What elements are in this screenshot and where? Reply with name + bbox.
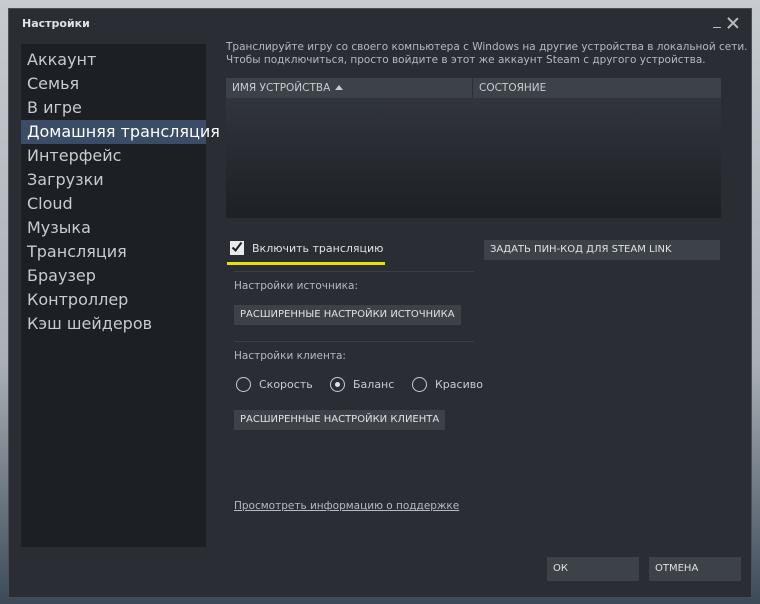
- cancel-button[interactable]: ОТМЕНА: [649, 557, 741, 581]
- source-settings-label: Настройки источника:: [234, 280, 358, 292]
- sort-ascending-icon: [335, 85, 344, 90]
- enable-streaming-label: Включить трансляцию: [252, 242, 384, 255]
- settings-sidebar: Аккаунт Семья В игре Домашняя трансляция…: [21, 44, 220, 547]
- client-settings-label: Настройки клиента:: [234, 350, 346, 362]
- support-info-link[interactable]: Просмотреть информацию о поддержке: [234, 500, 459, 512]
- column-divider: [472, 78, 473, 98]
- radio-speed[interactable]: Скорость: [236, 377, 313, 392]
- radio-circle[interactable]: [412, 377, 427, 392]
- sidebar-item-downloads[interactable]: Загрузки: [21, 168, 206, 192]
- radio-beautiful[interactable]: Красиво: [412, 377, 483, 392]
- sidebar-item-remote-play[interactable]: Домашняя трансляция: [21, 120, 220, 144]
- dialog-footer: [9, 555, 751, 597]
- description-line-1: Транслируйте игру со своего компьютера с…: [226, 41, 748, 53]
- divider: [234, 271, 474, 272]
- title-bar: Настройки: [9, 9, 751, 37]
- devices-table: ИМЯ УСТРОЙСТВА СОСТОЯНИЕ: [226, 78, 721, 218]
- minimize-icon[interactable]: [713, 27, 721, 28]
- divider: [234, 341, 474, 342]
- radio-balance[interactable]: Баланс: [330, 377, 394, 392]
- enable-streaming-checkbox[interactable]: Включить трансляцию: [230, 241, 383, 255]
- advanced-source-settings-button[interactable]: РАСШИРЕННЫЕ НАСТРОЙКИ ИСТОЧНИКА: [234, 305, 461, 325]
- column-device-name-label: ИМЯ УСТРОЙСТВА: [232, 82, 331, 94]
- sidebar-item-interface[interactable]: Интерфейс: [21, 144, 206, 168]
- column-device-name[interactable]: ИМЯ УСТРОЙСТВА: [232, 82, 344, 94]
- sidebar-item-controller[interactable]: Контроллер: [21, 288, 206, 312]
- advanced-client-settings-button[interactable]: РАСШИРЕННЫЕ НАСТРОЙКИ КЛИЕНТА: [234, 410, 446, 430]
- sidebar-item-music[interactable]: Музыка: [21, 216, 206, 240]
- sidebar-item-broadcasting[interactable]: Трансляция: [21, 240, 206, 264]
- remote-play-panel: Транслируйте игру со своего компьютера с…: [226, 41, 748, 512]
- ok-button[interactable]: ОК: [547, 557, 639, 581]
- check-icon: [231, 241, 243, 253]
- table-header: ИМЯ УСТРОЙСТВА СОСТОЯНИЕ: [226, 78, 721, 98]
- description-line-2: Чтобы подключиться, просто войдите в это…: [226, 54, 706, 66]
- checkbox[interactable]: [230, 241, 244, 255]
- radio-circle-checked[interactable]: [330, 377, 345, 392]
- sidebar-item-in-game[interactable]: В игре: [21, 96, 206, 120]
- sidebar-item-family[interactable]: Семья: [21, 72, 206, 96]
- column-status[interactable]: СОСТОЯНИЕ: [479, 82, 546, 94]
- radio-balance-label: Баланс: [353, 378, 395, 391]
- window-title: Настройки: [22, 17, 90, 30]
- sidebar-item-browser[interactable]: Браузер: [21, 264, 206, 288]
- radio-circle[interactable]: [236, 377, 251, 392]
- sidebar-item-account[interactable]: Аккаунт: [21, 48, 206, 72]
- radio-speed-label: Скорость: [259, 378, 313, 391]
- highlight-underline: [227, 262, 385, 265]
- close-icon[interactable]: [727, 17, 739, 29]
- sidebar-item-shader-cache[interactable]: Кэш шейдеров: [21, 312, 206, 336]
- radio-beautiful-label: Красиво: [435, 378, 483, 391]
- settings-window: Настройки Аккаунт Семья В игре Домашняя …: [8, 8, 752, 597]
- set-steam-link-pin-button[interactable]: ЗАДАТЬ ПИН-КОД ДЛЯ STEAM LINK: [484, 240, 720, 260]
- sidebar-item-cloud[interactable]: Cloud: [21, 192, 206, 216]
